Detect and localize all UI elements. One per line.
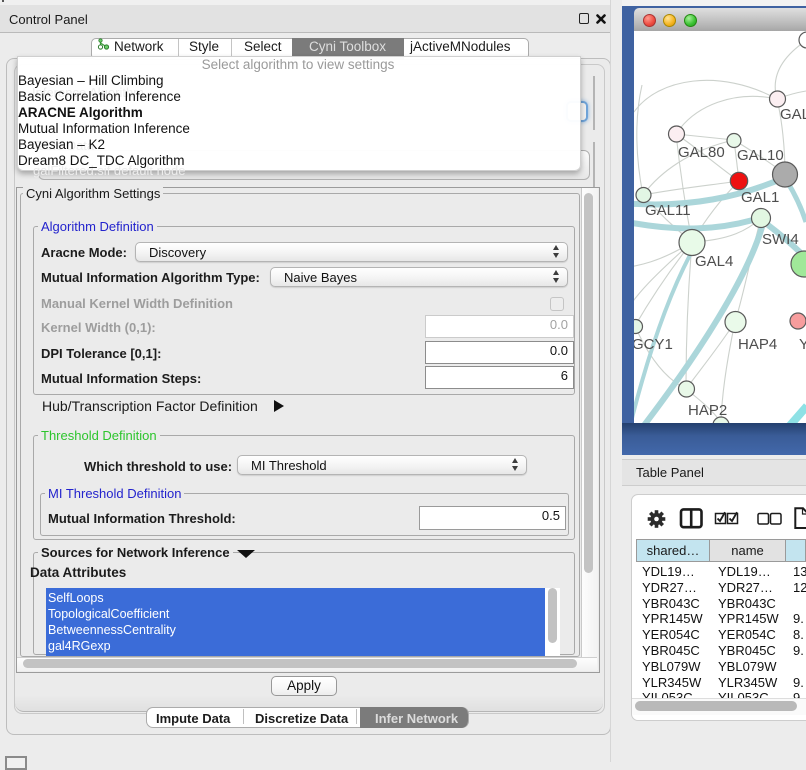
svg-text:GAL11: GAL11: [645, 202, 691, 219]
svg-text:GAL10: GAL10: [737, 147, 784, 164]
svg-text:SWI4: SWI4: [762, 231, 799, 248]
svg-text:GCY1: GCY1: [634, 336, 673, 353]
svg-text:YJ: YJ: [799, 336, 806, 353]
svg-text:GAL1: GAL1: [741, 189, 779, 206]
svg-text:GAL80: GAL80: [678, 144, 725, 161]
svg-text:HAP4: HAP4: [738, 336, 777, 353]
svg-text:GAL2: GAL2: [780, 106, 806, 123]
svg-text:GAL4: GAL4: [695, 253, 733, 270]
svg-text:HAP2: HAP2: [688, 402, 727, 419]
